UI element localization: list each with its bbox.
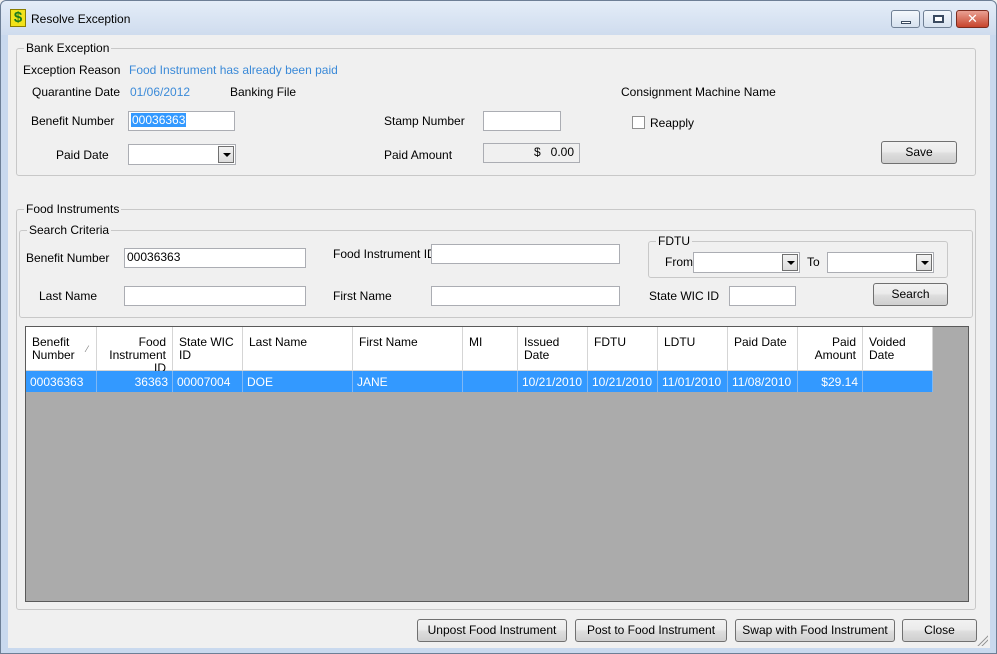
banking-file-label: Banking File	[230, 85, 297, 99]
exception-reason-value: Food Instrument has already been paid	[129, 63, 338, 77]
title-bar[interactable]: $ Resolve Exception ✕	[1, 1, 996, 35]
fdtu-to-picker[interactable]	[827, 252, 934, 273]
reapply-label: Reapply	[650, 116, 695, 130]
paid-amount-label: Paid Amount	[384, 148, 453, 162]
column-header-last-name[interactable]: Last Name	[243, 327, 353, 371]
minimize-button[interactable]	[891, 10, 920, 28]
column-header-food-instrument-id[interactable]: Food Instrument ID	[97, 327, 173, 375]
resolve-exception-window: $ Resolve Exception ✕ Bank Exception Exc…	[0, 0, 997, 654]
cell-voided-date	[863, 371, 933, 392]
column-header-benefit-number[interactable]: Benefit Number ⁄	[26, 327, 97, 371]
column-header-paid-amount[interactable]: Paid Amount	[798, 327, 863, 371]
first-name-label: First Name	[333, 289, 392, 303]
grid-header: Benefit Number ⁄ Food Instrument ID State…	[26, 327, 933, 375]
fi-benefit-number-input[interactable]: 00036363	[124, 248, 306, 268]
food-instrument-id-label: Food Instrument ID	[333, 247, 436, 261]
column-header-state-wic-id[interactable]: State WIC ID	[173, 327, 243, 371]
food-instruments-title: Food Instruments	[24, 202, 122, 216]
paid-date-label: Paid Date	[56, 148, 109, 162]
benefit-number-label: Benefit Number	[31, 114, 115, 128]
client-area: Bank Exception Exception Reason Food Ins…	[8, 35, 990, 648]
column-header-fdtu[interactable]: FDTU	[588, 327, 658, 371]
benefit-number-input[interactable]: 00036363	[128, 111, 235, 131]
quarantine-date-label: Quarantine Date	[32, 85, 121, 99]
stamp-number-label: Stamp Number	[384, 114, 465, 128]
quarantine-date-value: 01/06/2012	[130, 85, 191, 99]
column-header-issued-date[interactable]: Issued Date	[518, 327, 588, 371]
save-button[interactable]: Save	[881, 141, 957, 164]
column-header-voided-date[interactable]: Voided Date	[863, 327, 933, 371]
column-header-paid-date[interactable]: Paid Date	[728, 327, 798, 371]
to-label: To	[807, 255, 820, 269]
search-button[interactable]: Search	[873, 283, 948, 306]
table-row[interactable]: 00036363 36363 00007004 DOE JANE 10/21/2…	[26, 371, 933, 392]
search-criteria-title: Search Criteria	[27, 223, 112, 237]
cell-food-instrument-id: 36363	[97, 371, 173, 392]
unpost-food-instrument-button[interactable]: Unpost Food Instrument	[417, 619, 567, 642]
post-to-food-instrument-button[interactable]: Post to Food Instrument	[575, 619, 727, 642]
fdtu-from-picker[interactable]	[693, 252, 800, 273]
stamp-number-input[interactable]	[483, 111, 561, 131]
column-header-mi[interactable]: MI	[463, 327, 518, 371]
maximize-button[interactable]	[923, 10, 952, 28]
dollar-icon: $	[10, 9, 26, 27]
reapply-checkbox[interactable]	[632, 116, 645, 129]
fdtu-title: FDTU	[656, 234, 692, 248]
consignment-machine-label: Consignment Machine Name	[621, 85, 776, 99]
last-name-input[interactable]	[124, 286, 306, 306]
fdtu-group: FDTU From To	[648, 234, 948, 278]
chevron-down-icon[interactable]	[782, 254, 798, 271]
resize-grip-icon[interactable]	[976, 634, 988, 646]
benefit-number-value: 00036363	[131, 113, 187, 127]
state-wic-id-label: State WIC ID	[649, 289, 720, 303]
column-header-ldtu[interactable]: LDTU	[658, 327, 728, 371]
state-wic-id-input[interactable]	[729, 286, 796, 306]
cell-last-name: DOE	[243, 371, 353, 392]
food-instrument-id-input[interactable]	[431, 244, 620, 264]
fi-benefit-number-label: Benefit Number	[26, 251, 110, 265]
food-instruments-grid[interactable]: Benefit Number ⁄ Food Instrument ID State…	[25, 326, 969, 602]
search-criteria-group: Search Criteria Benefit Number 00036363 …	[19, 223, 973, 318]
cell-ldtu: 11/01/2010	[658, 371, 728, 392]
cell-benefit-number: 00036363	[26, 371, 97, 392]
close-button[interactable]: Close	[902, 619, 977, 642]
cell-state-wic-id: 00007004	[173, 371, 243, 392]
paid-amount-value: 0.00	[550, 145, 574, 159]
paid-amount-currency: $	[533, 145, 541, 159]
cell-mi	[463, 371, 518, 392]
sort-ascending-icon: ⁄	[86, 344, 88, 354]
maximize-icon	[933, 15, 944, 23]
cell-paid-amount: $29.14	[798, 371, 863, 392]
paid-amount-field: $ 0.00	[483, 143, 580, 163]
minimize-icon	[901, 21, 911, 24]
column-header-first-name[interactable]: First Name	[353, 327, 463, 371]
chevron-down-icon[interactable]	[218, 146, 234, 163]
from-label: From	[665, 255, 693, 269]
bank-exception-title: Bank Exception	[24, 41, 112, 55]
exception-reason-label: Exception Reason	[23, 63, 121, 77]
cell-first-name: JANE	[353, 371, 463, 392]
bank-exception-group: Bank Exception Exception Reason Food Ins…	[16, 41, 976, 176]
window-close-button[interactable]: ✕	[956, 10, 989, 28]
cell-paid-date: 11/08/2010	[728, 371, 798, 392]
last-name-label: Last Name	[39, 289, 98, 303]
cell-issued-date: 10/21/2010	[518, 371, 588, 392]
paid-date-picker[interactable]	[128, 144, 236, 165]
chevron-down-icon[interactable]	[916, 254, 932, 271]
cell-fdtu: 10/21/2010	[588, 371, 658, 392]
window-title: Resolve Exception	[31, 12, 131, 26]
close-icon: ✕	[967, 11, 978, 26]
swap-with-food-instrument-button[interactable]: Swap with Food Instrument	[735, 619, 895, 642]
first-name-input[interactable]	[431, 286, 620, 306]
